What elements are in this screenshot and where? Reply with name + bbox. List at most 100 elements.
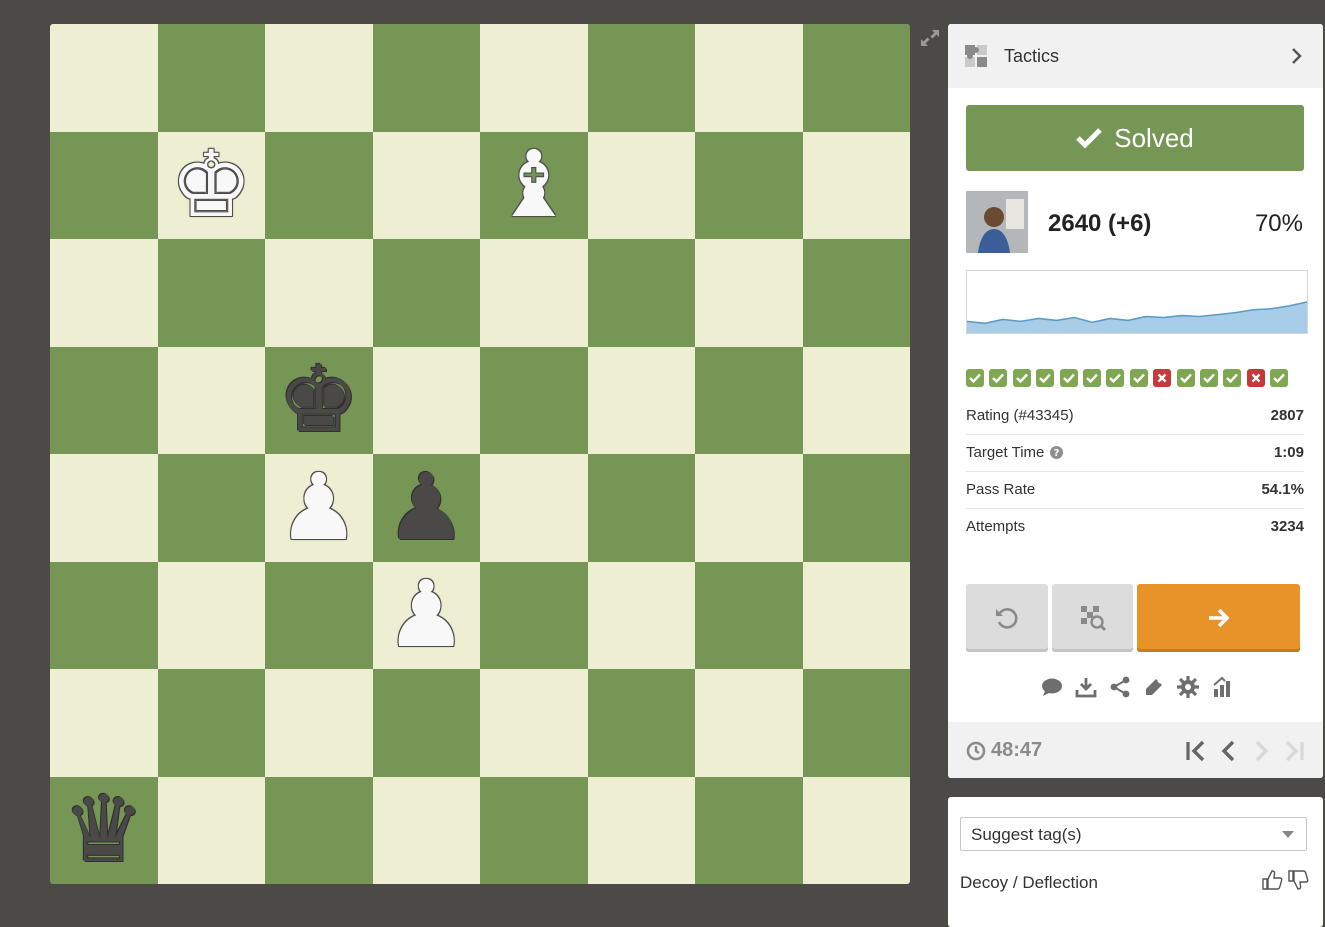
history-fail-badge[interactable] <box>1153 369 1172 387</box>
square-f1[interactable] <box>587 776 695 884</box>
user-avatar[interactable] <box>966 191 1028 253</box>
share-icon[interactable] <box>1108 675 1132 699</box>
history-fail-badge[interactable] <box>1246 369 1265 387</box>
square-a2[interactable] <box>50 669 158 777</box>
square-f7[interactable] <box>587 131 695 239</box>
square-g4[interactable] <box>695 454 803 562</box>
history-pass-badge[interactable] <box>1059 369 1078 387</box>
square-h8[interactable] <box>802 24 910 132</box>
square-g5[interactable] <box>695 346 803 454</box>
square-g2[interactable] <box>695 669 803 777</box>
square-f4[interactable] <box>587 454 695 562</box>
square-e1[interactable] <box>480 776 588 884</box>
gear-icon[interactable] <box>1176 675 1200 699</box>
comment-icon[interactable] <box>1040 675 1064 699</box>
square-c2[interactable] <box>265 669 373 777</box>
history-pass-badge[interactable] <box>966 369 984 387</box>
white-bishop-piece[interactable]: ♝ <box>480 132 588 240</box>
download-icon[interactable] <box>1074 675 1098 699</box>
square-c1[interactable] <box>265 776 373 884</box>
square-g1[interactable] <box>695 776 803 884</box>
chevron-right-icon[interactable] <box>1290 46 1304 66</box>
square-h5[interactable] <box>802 346 910 454</box>
square-b6[interactable] <box>157 239 265 347</box>
white-pawn-piece[interactable]: ♟ <box>373 562 481 670</box>
black-pawn-piece[interactable]: ♟ <box>373 454 481 562</box>
square-a6[interactable] <box>50 239 158 347</box>
history-pass-badge[interactable] <box>1106 369 1125 387</box>
thumbs-up-icon[interactable] <box>1261 869 1283 891</box>
square-c3[interactable] <box>265 561 373 669</box>
square-h4[interactable] <box>802 454 910 562</box>
square-g3[interactable] <box>695 561 803 669</box>
history-pass-badge[interactable] <box>989 369 1008 387</box>
history-pass-badge[interactable] <box>1223 369 1242 387</box>
history-pass-badge[interactable] <box>1199 369 1218 387</box>
square-d5[interactable] <box>372 346 480 454</box>
square-d8[interactable] <box>372 24 480 132</box>
square-d1[interactable] <box>372 776 480 884</box>
square-a5[interactable] <box>50 346 158 454</box>
square-h3[interactable] <box>802 561 910 669</box>
analysis-button[interactable] <box>1052 584 1133 652</box>
history-pass-badge[interactable] <box>1129 369 1148 387</box>
square-b1[interactable] <box>157 776 265 884</box>
last-move-icon[interactable] <box>1280 738 1306 764</box>
history-pass-badge[interactable] <box>1082 369 1101 387</box>
black-queen-piece[interactable]: ♛ <box>50 777 158 885</box>
square-e5[interactable] <box>480 346 588 454</box>
square-e3[interactable] <box>480 561 588 669</box>
expand-board-icon[interactable] <box>919 28 941 48</box>
square-e4[interactable] <box>480 454 588 562</box>
square-f2[interactable] <box>587 669 695 777</box>
square-h1[interactable] <box>802 776 910 884</box>
square-b8[interactable] <box>157 24 265 132</box>
suggest-tag-select[interactable]: Suggest tag(s) <box>960 817 1307 851</box>
first-move-icon[interactable] <box>1184 738 1210 764</box>
square-a7[interactable] <box>50 131 158 239</box>
square-h2[interactable] <box>802 669 910 777</box>
thumbs-down-icon[interactable] <box>1287 869 1309 891</box>
chess-board[interactable]: ♚ ♝ ♚ ♟ ♟ ♟ ♛ <box>50 24 910 884</box>
square-g7[interactable] <box>695 131 803 239</box>
history-pass-badge[interactable] <box>1036 369 1055 387</box>
square-b3[interactable] <box>157 561 265 669</box>
square-a8[interactable] <box>50 24 158 132</box>
square-a4[interactable] <box>50 454 158 562</box>
square-f3[interactable] <box>587 561 695 669</box>
square-b5[interactable] <box>157 346 265 454</box>
square-a3[interactable] <box>50 561 158 669</box>
stats-icon[interactable] <box>1210 675 1234 699</box>
square-d6[interactable] <box>372 239 480 347</box>
square-d7[interactable] <box>372 131 480 239</box>
tag-edit-icon[interactable] <box>1142 675 1166 699</box>
history-pass-badge[interactable] <box>1012 369 1031 387</box>
next-puzzle-button[interactable] <box>1137 584 1300 652</box>
square-c6[interactable] <box>265 239 373 347</box>
square-e8[interactable] <box>480 24 588 132</box>
square-f5[interactable] <box>587 346 695 454</box>
white-pawn-piece[interactable]: ♟ <box>265 454 373 562</box>
previous-move-icon[interactable] <box>1216 738 1242 764</box>
next-move-icon[interactable] <box>1248 738 1274 764</box>
square-b2[interactable] <box>157 669 265 777</box>
square-d2[interactable] <box>372 669 480 777</box>
square-c7[interactable] <box>265 131 373 239</box>
square-b4[interactable] <box>157 454 265 562</box>
square-e2[interactable] <box>480 669 588 777</box>
history-pass-badge[interactable] <box>1270 369 1289 387</box>
square-f6[interactable] <box>587 239 695 347</box>
black-king-piece[interactable]: ♚ <box>265 347 373 455</box>
square-g6[interactable] <box>695 239 803 347</box>
panel-header[interactable]: Tactics <box>948 24 1323 88</box>
square-f8[interactable] <box>587 24 695 132</box>
help-icon[interactable]: ? <box>1050 446 1064 459</box>
square-h6[interactable] <box>802 239 910 347</box>
history-pass-badge[interactable] <box>1176 369 1195 387</box>
square-e6[interactable] <box>480 239 588 347</box>
white-king-piece[interactable]: ♚ <box>158 132 266 240</box>
square-c8[interactable] <box>265 24 373 132</box>
retry-button[interactable] <box>966 584 1048 652</box>
square-h7[interactable] <box>802 131 910 239</box>
square-g8[interactable] <box>695 24 803 132</box>
